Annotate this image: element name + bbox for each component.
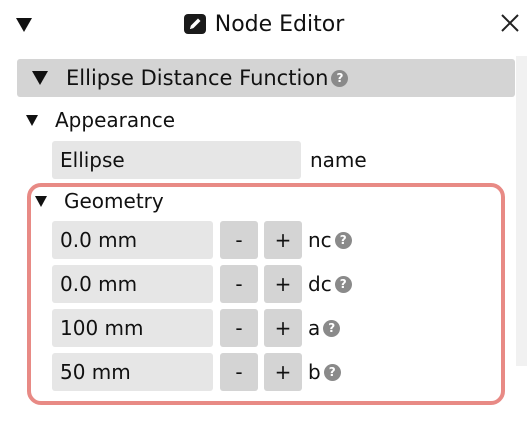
window-collapse-button[interactable] <box>16 14 38 36</box>
name-value: Ellipse <box>60 148 125 172</box>
scrollbar[interactable] <box>516 56 527 366</box>
node-title: Ellipse Distance Function <box>66 66 329 90</box>
window-title-bar: Node Editor <box>0 8 527 40</box>
appearance-label: Appearance <box>55 108 176 132</box>
collapse-triangle-icon <box>16 18 32 32</box>
geometry-highlight-outline <box>27 183 505 405</box>
node-header[interactable]: Ellipse Distance Function ? <box>17 59 515 97</box>
help-icon[interactable]: ? <box>331 69 349 87</box>
name-input[interactable]: Ellipse <box>52 141 301 179</box>
name-label-text: name <box>310 148 367 172</box>
edit-icon <box>183 14 206 34</box>
close-button[interactable] <box>497 10 527 40</box>
close-icon <box>501 14 519 32</box>
collapse-triangle-icon <box>32 71 48 85</box>
appearance-header[interactable]: Appearance <box>26 104 175 136</box>
window-title: Node Editor <box>214 11 345 37</box>
collapse-triangle-icon <box>26 114 38 126</box>
name-label: name <box>310 141 367 179</box>
